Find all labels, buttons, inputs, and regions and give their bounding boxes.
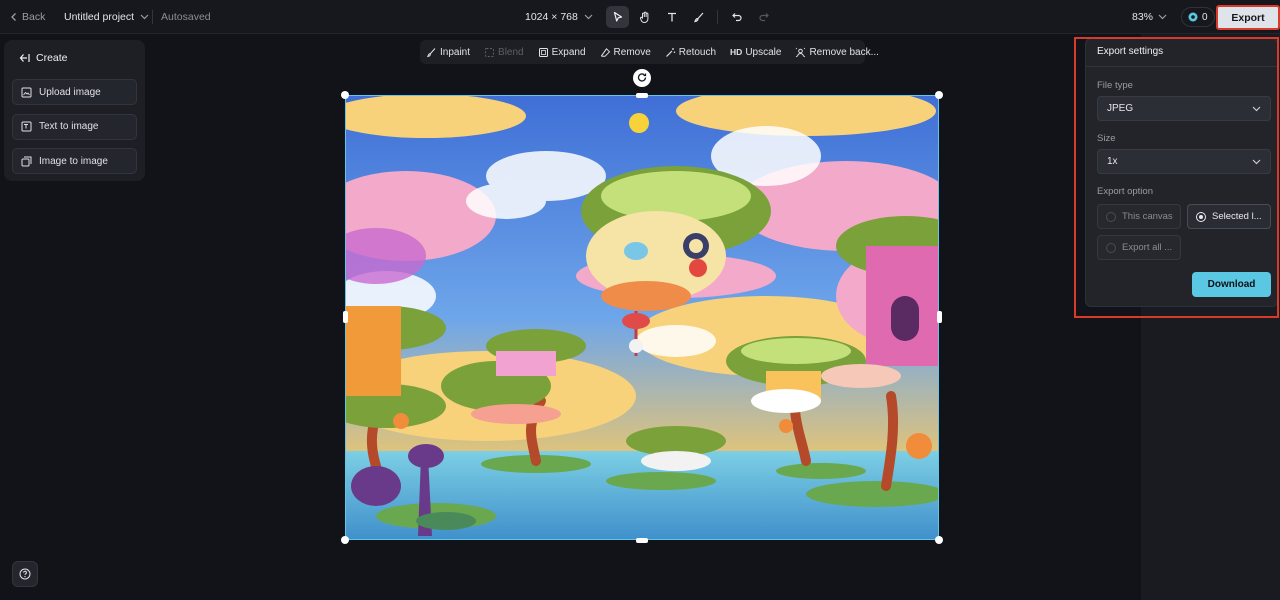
hand-icon: [639, 11, 648, 23]
zoom-dropdown[interactable]: 83%: [1132, 0, 1167, 34]
undo-button[interactable]: [725, 6, 748, 28]
help-icon: [19, 568, 31, 580]
remove-button[interactable]: Remove: [600, 47, 651, 58]
collapse-left-icon: [19, 54, 30, 62]
expand-button[interactable]: Expand: [538, 47, 586, 58]
expand-label: Expand: [551, 46, 586, 58]
back-button[interactable]: Back: [10, 0, 45, 34]
project-name: Untitled project: [64, 11, 135, 23]
upscale-button[interactable]: HD Upscale: [730, 47, 781, 58]
divider: [717, 10, 718, 24]
zoom-level: 83%: [1132, 11, 1154, 23]
inpaint-brush-icon: [427, 47, 436, 57]
hand-tool[interactable]: [633, 6, 656, 28]
export-panel-highlight: [1074, 37, 1279, 318]
create-panel: Create Upload image Text to image Image …: [4, 40, 145, 181]
brush-icon: [693, 12, 703, 23]
image-to-image-icon: [21, 156, 32, 166]
credit-coin-icon: [1188, 12, 1198, 22]
retouch-button[interactable]: Retouch: [665, 47, 716, 58]
inpaint-label: Inpaint: [440, 46, 471, 58]
upload-image-icon: [21, 87, 32, 97]
export-button[interactable]: Export: [1216, 5, 1280, 30]
expand-icon: [538, 47, 548, 57]
eraser-icon: [600, 47, 610, 57]
credits-badge[interactable]: 0: [1181, 7, 1215, 27]
chevron-left-icon: [11, 13, 16, 21]
text-to-image-button[interactable]: Text to image: [12, 113, 137, 140]
credits-count: 0: [1202, 11, 1208, 23]
help-button[interactable]: [12, 561, 38, 587]
remove-background-label: Remove back...: [809, 46, 879, 58]
canvas-tools: [606, 0, 775, 34]
image-to-image-button[interactable]: Image to image: [12, 148, 137, 174]
chevron-down-icon: [140, 14, 149, 20]
canvas-image[interactable]: [345, 95, 939, 540]
redo-button[interactable]: [752, 6, 775, 28]
fantasy-landscape-illustration: [346, 96, 938, 539]
retouch-label: Retouch: [678, 46, 717, 58]
text-to-image-icon: [21, 121, 32, 132]
text-to-image-label: Text to image: [39, 121, 99, 132]
resize-handle-bottom-right[interactable]: [935, 536, 943, 544]
divider: [152, 10, 153, 24]
inpaint-button[interactable]: Inpaint: [426, 47, 470, 58]
resize-handle-bottom[interactable]: [636, 538, 648, 543]
image-to-image-label: Image to image: [39, 155, 108, 167]
text-tool[interactable]: [660, 6, 683, 28]
magic-wand-icon: [665, 47, 675, 57]
canvas-size-dropdown[interactable]: 1024 × 768: [525, 0, 593, 34]
chevron-down-icon: [1158, 14, 1167, 20]
select-tool[interactable]: [606, 6, 629, 28]
chevron-down-icon: [584, 14, 593, 20]
resize-handle-bottom-left[interactable]: [341, 536, 349, 544]
resize-handle-right[interactable]: [937, 311, 942, 323]
upload-image-button[interactable]: Upload image: [12, 79, 137, 105]
rotate-icon: [637, 73, 647, 82]
create-panel-title: Create: [36, 52, 68, 64]
remove-background-icon: [796, 47, 806, 57]
text-icon: [667, 12, 676, 22]
top-bar: Back Untitled project Autosaved 1024 × 7…: [0, 0, 1280, 34]
brush-tool[interactable]: [687, 6, 710, 28]
project-name-dropdown[interactable]: Untitled project: [64, 0, 149, 34]
resize-handle-top-left[interactable]: [341, 91, 349, 99]
cursor-icon: [613, 11, 622, 22]
resize-handle-top-right[interactable]: [935, 91, 943, 99]
upscale-label: Upscale: [745, 46, 782, 58]
blend-label: Blend: [498, 46, 524, 58]
upload-image-label: Upload image: [39, 86, 101, 98]
hd-icon: HD: [730, 47, 743, 57]
remove-background-button[interactable]: Remove back...: [795, 46, 879, 58]
rotate-handle[interactable]: [633, 69, 651, 87]
back-label: Back: [22, 11, 46, 23]
remove-label: Remove: [613, 46, 651, 58]
resize-handle-top[interactable]: [636, 93, 648, 98]
blend-icon: [485, 47, 495, 57]
canvas-size: 1024 × 768: [525, 11, 578, 23]
autosave-status: Autosaved: [161, 11, 211, 23]
edit-toolbar: Inpaint Blend Expand Remove Retouch HD U…: [420, 40, 879, 64]
create-panel-header[interactable]: Create: [19, 50, 137, 66]
undo-icon: [731, 13, 742, 22]
redo-icon: [758, 13, 769, 22]
blend-button[interactable]: Blend: [484, 47, 524, 58]
resize-handle-left[interactable]: [343, 311, 348, 323]
